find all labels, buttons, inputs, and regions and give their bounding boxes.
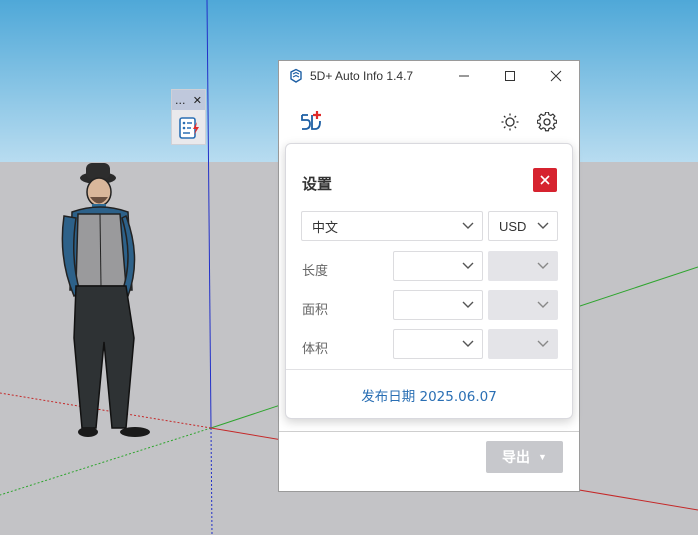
- settings-panel: 设置 中文 USD 长度 面积 体积 发布日期 2025.06.07: [285, 143, 573, 419]
- window-title: 5D+ Auto Info 1.4.7: [310, 69, 414, 83]
- close-icon: [550, 70, 562, 82]
- panel-divider: [286, 369, 572, 370]
- length-precision-select[interactable]: [488, 251, 558, 281]
- footer-divider: [279, 431, 579, 432]
- chevron-down-icon: [454, 262, 482, 270]
- chevron-down-icon: [529, 222, 557, 230]
- minimize-icon: [459, 75, 469, 77]
- release-date: 发布日期 2025.06.07: [361, 389, 497, 405]
- language-select[interactable]: 中文: [301, 211, 483, 241]
- maximize-icon: [505, 71, 515, 81]
- export-caret-icon: ▼: [538, 452, 547, 462]
- gear-icon[interactable]: [537, 112, 557, 132]
- length-label: 长度: [302, 264, 329, 279]
- minimize-button[interactable]: [441, 61, 487, 91]
- volume-unit-select[interactable]: [393, 329, 483, 359]
- export-button[interactable]: 导出 ▼: [486, 441, 563, 473]
- person-figure: [61, 163, 150, 437]
- chevron-down-icon: [454, 222, 482, 230]
- chevron-down-icon: [454, 340, 482, 348]
- title-bar[interactable]: 5D+ Auto Info 1.4.7: [279, 61, 579, 91]
- volume-precision-select[interactable]: [488, 329, 558, 359]
- chevron-down-icon: [454, 301, 482, 309]
- currency-value: USD: [499, 218, 527, 234]
- chevron-down-icon: [529, 262, 557, 270]
- close-icon: [540, 175, 550, 185]
- currency-select[interactable]: USD: [488, 211, 558, 241]
- chevron-down-icon: [529, 301, 557, 309]
- maximize-button[interactable]: [487, 61, 533, 91]
- floating-toolbar[interactable]: ... ✕: [171, 89, 206, 145]
- plugin-header: [279, 91, 579, 143]
- toolbar-grip[interactable]: ... ✕: [172, 90, 205, 110]
- area-precision-select[interactable]: [488, 290, 558, 320]
- length-unit-select[interactable]: [393, 251, 483, 281]
- chevron-down-icon: [529, 340, 557, 348]
- area-unit-select[interactable]: [393, 290, 483, 320]
- toolbar-grip-dots[interactable]: ...: [175, 94, 186, 107]
- volume-label: 体积: [302, 342, 329, 357]
- language-value: 中文: [312, 219, 339, 235]
- sun-icon[interactable]: [500, 112, 520, 132]
- close-window-button[interactable]: [533, 61, 579, 91]
- app-logo-icon: [290, 68, 302, 83]
- settings-title: 设置: [302, 175, 333, 193]
- toolbar-close-icon[interactable]: ✕: [193, 94, 202, 107]
- export-label: 导出: [502, 449, 531, 465]
- area-label: 面积: [302, 303, 329, 318]
- settings-close-button[interactable]: [533, 168, 557, 192]
- auto-info-tool-icon[interactable]: [177, 116, 201, 140]
- brand-logo-icon: [301, 111, 321, 130]
